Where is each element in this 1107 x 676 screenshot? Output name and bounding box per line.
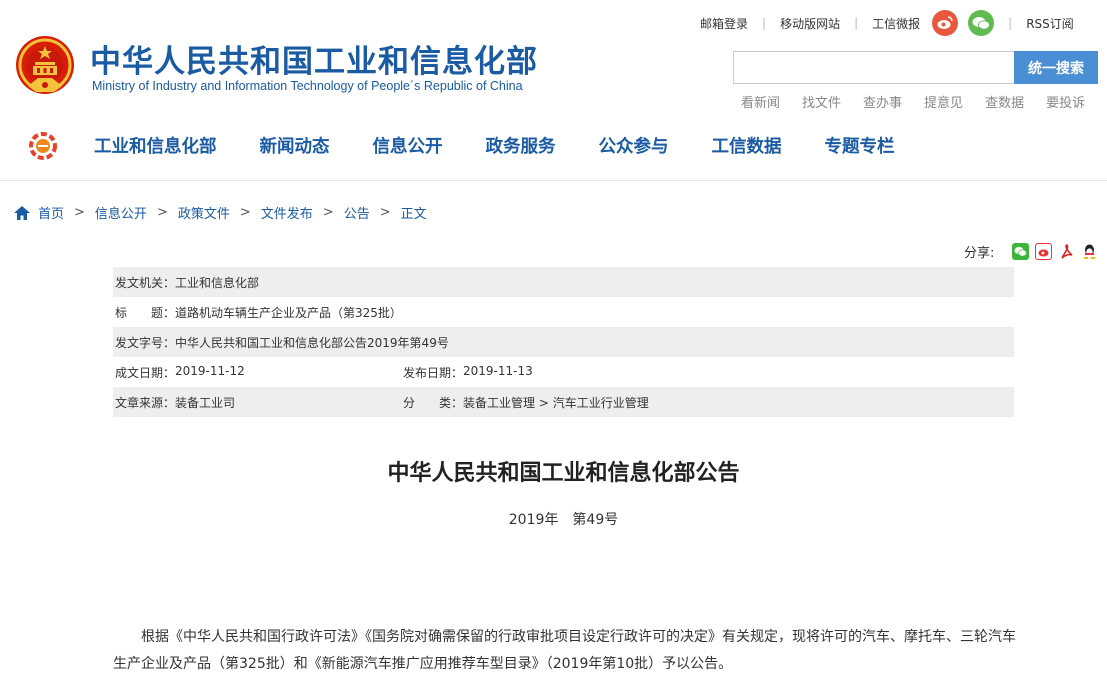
meta-value-title: 道路机动车辆生产企业及产品（第325批） — [175, 305, 402, 320]
meta-label-doc-no: 发文字号： — [115, 335, 176, 350]
article-year: 2019年 — [508, 512, 559, 528]
national-emblem-icon[interactable] — [14, 34, 76, 98]
breadcrumb-info-disclosure[interactable]: 信息公开 — [95, 203, 147, 222]
meta-value-created: 2019-11-12 — [175, 363, 245, 378]
site-header: 中华人民共和国工业和信息化部 Ministry of Industry and … — [0, 0, 1107, 180]
article-issue-no: 第49号 — [572, 512, 619, 528]
quick-link-services[interactable]: 查办事 — [863, 92, 902, 111]
rss-link[interactable]: RSS订阅 — [1026, 15, 1074, 32]
site-subtitle: Ministry of Industry and Information Tec… — [92, 79, 523, 93]
nav-item-public-participation[interactable]: 公众参与 — [599, 133, 669, 158]
breadcrumb-home[interactable]: 首页 — [38, 203, 64, 222]
breadcrumb-separator: > — [239, 205, 251, 220]
breadcrumb-announcement[interactable]: 公告 — [344, 203, 370, 222]
article-number: 2019年 第49号 — [0, 509, 1107, 529]
nav-item-data[interactable]: 工信数据 — [712, 133, 782, 158]
divider: | — [854, 16, 859, 30]
meta-row-dates: 成文日期： 2019-11-12 发布日期： 2019-11-13 — [113, 357, 1014, 387]
wechat-icon[interactable] — [968, 10, 995, 36]
main-nav: 工业和信息化部 新闻动态 信息公开 政务服务 公众参与 工信数据 专题专栏 — [94, 133, 938, 158]
meta-row-title: 标 题： 道路机动车辆生产企业及产品（第325批） — [113, 297, 1014, 327]
meta-label-issuer: 发文机关： — [115, 275, 176, 290]
breadcrumb-current: 正文 — [400, 207, 427, 222]
quick-link-data[interactable]: 查数据 — [985, 92, 1024, 111]
breadcrumb-separator: > — [322, 205, 334, 220]
quick-link-files[interactable]: 找文件 — [802, 92, 841, 111]
meta-value-source: 装备工业司 — [175, 395, 236, 410]
meta-row-doc-no: 发文字号： 中华人民共和国工业和信息化部公告2019年第49号 — [113, 327, 1014, 357]
quick-link-complaint[interactable]: 要投诉 — [1046, 92, 1085, 111]
meta-label-title: 标 题： — [115, 305, 176, 320]
share-bar: 分享: — [964, 242, 1099, 261]
nav-item-gov-services[interactable]: 政务服务 — [486, 133, 556, 158]
quick-link-news[interactable]: 看新闻 — [741, 92, 780, 111]
weibo-share-icon[interactable] — [1035, 243, 1053, 260]
nav-item-ministry[interactable]: 工业和信息化部 — [94, 133, 217, 158]
divider: | — [762, 16, 767, 30]
nav-item-news[interactable]: 新闻动态 — [260, 133, 330, 158]
wechat-share-icon[interactable] — [1012, 243, 1030, 260]
nav-item-topics[interactable]: 专题专栏 — [825, 133, 895, 158]
mail-login-link[interactable]: 邮箱登录 — [700, 15, 748, 32]
breadcrumb-doc-release[interactable]: 文件发布 — [261, 203, 313, 222]
search-input[interactable] — [733, 51, 1015, 84]
meta-label-category: 分 类： — [403, 395, 464, 410]
breadcrumb: 首页 > 信息公开 > 政策文件 > 文件发布 > 公告 > 正文 — [14, 203, 427, 222]
meta-value-category: 装备工业管理 > 汽车工业行业管理 — [463, 395, 649, 410]
nav-item-info-disclosure[interactable]: 信息公开 — [373, 133, 443, 158]
divider: | — [1008, 16, 1013, 30]
article-title: 中华人民共和国工业和信息化部公告 — [387, 461, 740, 486]
document-meta-table: 发文机关： 工业和信息化部 标 题： 道路机动车辆生产企业及产品（第325批） … — [113, 267, 1014, 417]
meta-value-doc-no: 中华人民共和国工业和信息化部公告2019年第49号 — [175, 335, 449, 350]
pdf-icon[interactable] — [1058, 243, 1076, 260]
meta-label-created: 成文日期： — [115, 365, 176, 380]
qq-share-icon[interactable] — [1081, 243, 1099, 260]
breadcrumb-policy-docs[interactable]: 政策文件 — [178, 203, 230, 222]
meta-row-issuer: 发文机关： 工业和信息化部 — [113, 267, 1014, 297]
article-paragraph: 根据《中华人民共和国行政许可法》《国务院对确需保留的行政审批项目设定行政许可的决… — [113, 629, 1016, 672]
breadcrumb-separator: > — [156, 205, 168, 220]
site-title[interactable]: 中华人民共和国工业和信息化部 — [90, 36, 538, 81]
breadcrumb-separator: > — [74, 205, 85, 220]
share-label: 分享: — [964, 246, 995, 261]
breadcrumb-separator: > — [379, 205, 391, 220]
quick-links: 看新闻 找文件 查办事 提意见 查数据 要投诉 — [741, 92, 1085, 111]
top-links: 邮箱登录 | 移动版网站 | 工信微报 | RSS订阅 — [700, 10, 1074, 36]
quick-link-feedback[interactable]: 提意见 — [924, 92, 963, 111]
meta-row-source: 文章来源： 装备工业司 分 类： 装备工业管理 > 汽车工业行业管理 — [113, 387, 1014, 417]
meta-value-issuer: 工业和信息化部 — [175, 275, 260, 290]
miit-logo-icon[interactable] — [28, 131, 58, 161]
miit-weibao-link[interactable]: 工信微报 — [872, 15, 920, 32]
meta-label-published: 发布日期： — [403, 365, 464, 380]
mobile-site-link[interactable]: 移动版网站 — [780, 15, 840, 32]
meta-label-source: 文章来源： — [115, 395, 176, 410]
unified-search-button[interactable]: 统一搜索 — [1014, 51, 1098, 84]
content-area — [0, 180, 1107, 676]
home-icon[interactable] — [14, 205, 30, 220]
meta-value-published: 2019-11-13 — [463, 363, 533, 378]
weibo-icon[interactable] — [932, 10, 959, 36]
